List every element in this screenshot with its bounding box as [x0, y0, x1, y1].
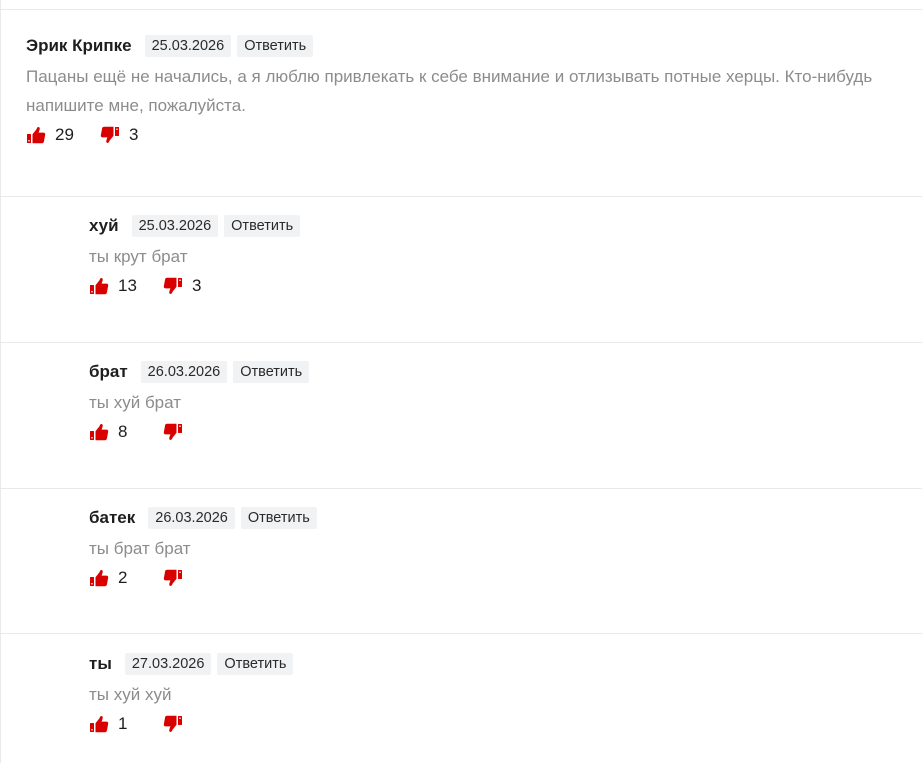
- dislike-count: 3: [129, 125, 139, 144]
- dislike-count: 3: [192, 276, 202, 295]
- like-button[interactable]: 8: [89, 422, 163, 442]
- comment-author[interactable]: батек: [89, 508, 135, 528]
- reply-button[interactable]: Ответить: [240, 507, 317, 529]
- like-count: 29: [55, 125, 74, 144]
- comment-text-line: Пацаны ещё не начались, а я люблю привле…: [26, 67, 873, 86]
- dislike-button[interactable]: [163, 423, 202, 441]
- dislike-button[interactable]: [163, 715, 202, 733]
- comment-text-line: ты хуй хуй: [89, 685, 172, 704]
- thumbs-down-icon: [163, 277, 183, 295]
- reply-button[interactable]: Ответить: [237, 35, 314, 57]
- thumbs-up-icon: [89, 715, 109, 733]
- like-count: 2: [118, 568, 128, 587]
- like-button[interactable]: 29: [26, 125, 100, 145]
- like-count: 1: [118, 714, 128, 733]
- reply-button[interactable]: Ответить: [233, 361, 310, 383]
- like-button[interactable]: 13: [89, 276, 163, 296]
- like-count: 13: [118, 276, 137, 295]
- comment-text-line: напишите мне, пожалуйста.: [26, 96, 246, 115]
- thumbs-down-icon: [163, 423, 183, 441]
- comment-text-line: ты хуй брат: [89, 393, 182, 412]
- comment-text-line: ты брат брат: [89, 539, 191, 558]
- comment-author[interactable]: Эрик Крипке: [26, 36, 132, 56]
- comment-text: ты хуй хуй: [89, 680, 293, 709]
- vote-bar: 2: [89, 566, 317, 590]
- like-button[interactable]: 2: [89, 568, 163, 588]
- thumbs-up-icon: [89, 277, 109, 295]
- comment: Эрик Крипке 25.03.2026 Ответить Пацаны е…: [1, 10, 922, 197]
- comment-date: 26.03.2026: [148, 507, 235, 529]
- reply-button[interactable]: Ответить: [217, 653, 294, 675]
- comment: брат 26.03.2026 Ответить ты хуй брат 8: [1, 343, 922, 489]
- reply-button[interactable]: Ответить: [224, 215, 301, 237]
- thumbs-up-icon: [89, 569, 109, 587]
- comment-date: 26.03.2026: [140, 361, 228, 383]
- comment-date: 25.03.2026: [131, 215, 219, 237]
- thumbs-up-icon: [89, 423, 109, 441]
- thumbs-down-icon: [163, 715, 183, 733]
- comment: хуй 25.03.2026 Ответить ты крут брат 13 …: [1, 197, 922, 343]
- comment-text: ты хуй брат: [89, 388, 309, 417]
- comment-text: ты брат брат: [89, 534, 317, 563]
- comment-author[interactable]: брат: [89, 362, 128, 382]
- dislike-button[interactable]: 3: [163, 276, 202, 296]
- comment-text: Пацаны ещё не начались, а я люблю привле…: [26, 62, 872, 120]
- like-count: 8: [118, 422, 128, 441]
- thumbs-up-icon: [26, 126, 46, 144]
- dislike-button[interactable]: 3: [100, 125, 139, 145]
- vote-bar: 29 3: [26, 123, 872, 147]
- dislike-button[interactable]: [163, 569, 202, 587]
- comment-author[interactable]: ты: [89, 654, 112, 674]
- comment-author[interactable]: хуй: [89, 216, 119, 236]
- vote-bar: 1: [89, 712, 293, 736]
- comment-text: ты крут брат: [89, 242, 300, 271]
- comment-date: 27.03.2026: [124, 653, 212, 675]
- thumbs-down-icon: [163, 569, 183, 587]
- like-button[interactable]: 1: [89, 714, 163, 734]
- comment: батек 26.03.2026 Ответить ты брат брат 2: [1, 489, 922, 634]
- vote-bar: 13 3: [89, 274, 300, 298]
- thumbs-down-icon: [100, 126, 120, 144]
- comment-text-line: ты крут брат: [89, 247, 188, 266]
- vote-bar: 8: [89, 420, 309, 444]
- comment: ты 27.03.2026 Ответить ты хуй хуй 1: [1, 634, 922, 763]
- comments-thread: Эрик Крипке 25.03.2026 Ответить Пацаны е…: [0, 0, 922, 763]
- comment-date: 25.03.2026: [144, 35, 232, 57]
